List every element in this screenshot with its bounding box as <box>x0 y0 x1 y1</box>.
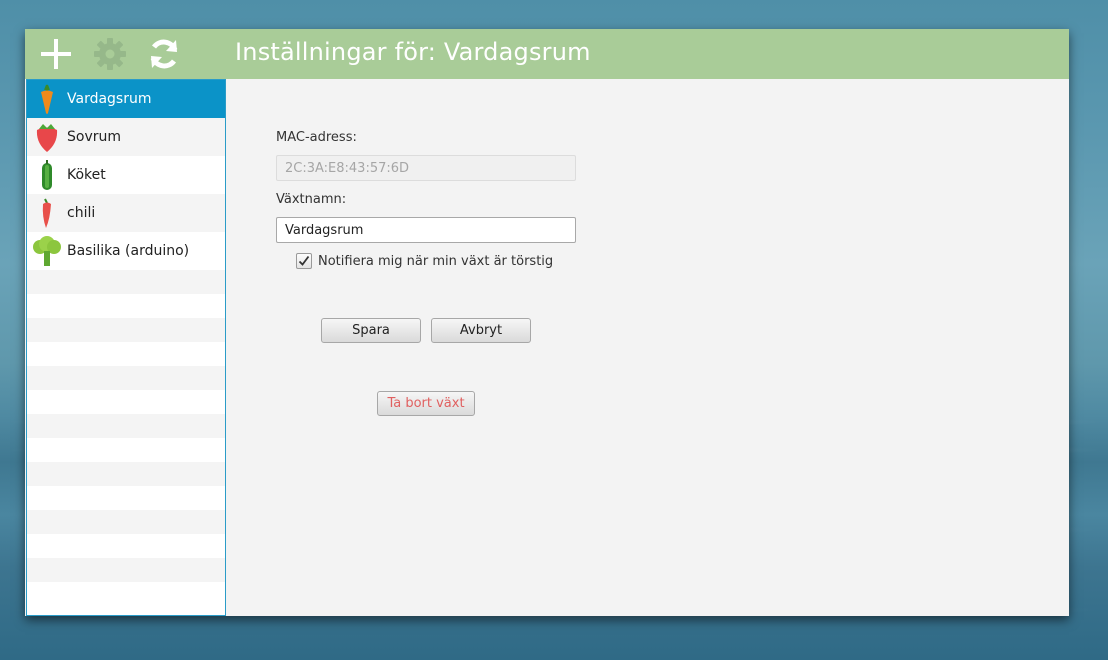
plant-list-item[interactable]: Basilika (arduino) <box>27 232 225 270</box>
plant-label: Sovrum <box>67 129 122 145</box>
empty-list-row <box>27 582 225 606</box>
app-window: Inställningar för: Vardagsrum Vardagsrum… <box>25 29 1069 616</box>
settings-button[interactable] <box>91 35 129 73</box>
cucumber-icon <box>27 156 67 194</box>
empty-list-row <box>27 486 225 510</box>
plant-label: chili <box>67 205 96 221</box>
plus-icon <box>41 39 71 69</box>
page-title: Inställningar för: Vardagsrum <box>235 38 591 66</box>
broccoli-icon <box>27 232 67 270</box>
plant-label: Basilika (arduino) <box>67 243 190 259</box>
carrot-icon <box>27 80 67 118</box>
refresh-icon <box>150 39 178 69</box>
mac-address-field <box>276 155 576 181</box>
empty-list-row <box>27 558 225 582</box>
empty-list-row <box>27 390 225 414</box>
empty-list-row <box>27 534 225 558</box>
empty-list-row <box>27 270 225 294</box>
plant-label: Köket <box>67 167 106 183</box>
plant-name-field[interactable] <box>276 217 576 243</box>
empty-list-row <box>27 318 225 342</box>
notify-label: Notifiera mig när min växt är törstig <box>318 253 554 269</box>
plant-list[interactable]: Vardagsrum Sovrum Köket chili Basilika (… <box>26 79 226 616</box>
empty-list-row <box>27 366 225 390</box>
strawberry-icon <box>27 118 67 156</box>
notify-option[interactable]: Notifiera mig när min växt är törstig <box>296 253 553 269</box>
plant-list-item[interactable]: chili <box>27 194 225 232</box>
empty-list-row <box>27 294 225 318</box>
plant-name-label: Växtnamn: <box>276 192 347 207</box>
plant-list-item[interactable]: Vardagsrum <box>27 80 225 118</box>
chili-icon <box>27 194 67 232</box>
plant-label: Vardagsrum <box>67 91 152 107</box>
add-plant-button[interactable] <box>37 35 75 73</box>
plant-list-item[interactable]: Sovrum <box>27 118 225 156</box>
empty-list-row <box>27 438 225 462</box>
notify-checkbox[interactable] <box>296 253 312 269</box>
plant-list-item[interactable]: Köket <box>27 156 225 194</box>
empty-list-row <box>27 414 225 438</box>
empty-list-row <box>27 462 225 486</box>
delete-plant-button[interactable]: Ta bort växt <box>377 391 475 416</box>
cancel-button[interactable]: Avbryt <box>431 318 531 343</box>
empty-list-row <box>27 342 225 366</box>
mac-address-label: MAC-adress: <box>276 130 357 145</box>
empty-list-row <box>27 510 225 534</box>
top-bar: Inställningar för: Vardagsrum <box>25 29 1069 79</box>
gear-icon <box>94 38 126 70</box>
checkmark-icon <box>298 255 310 266</box>
save-button[interactable]: Spara <box>321 318 421 343</box>
refresh-button[interactable] <box>145 35 183 73</box>
settings-panel: MAC-adress: Växtnamn: Notifiera mig när … <box>226 79 1069 616</box>
